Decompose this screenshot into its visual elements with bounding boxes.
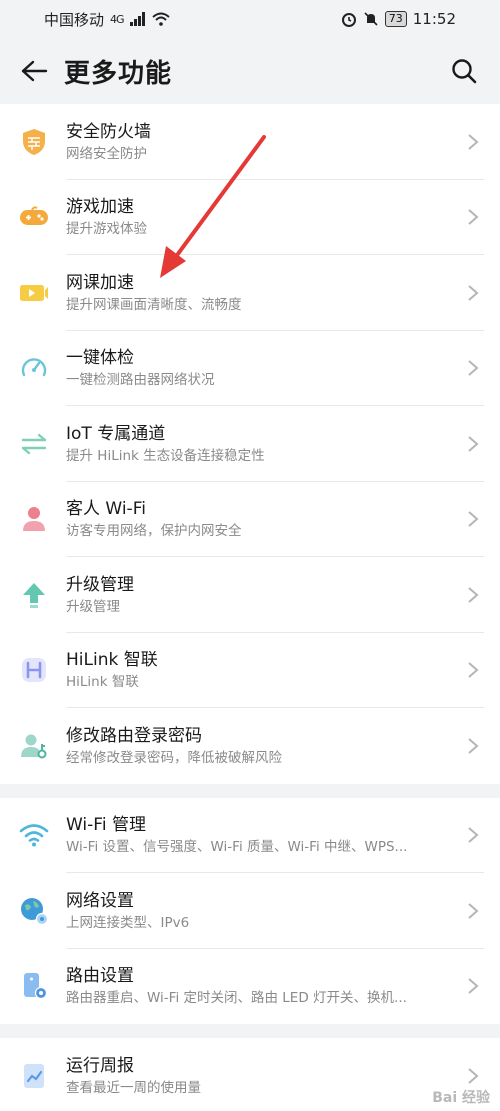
firewall-icon	[18, 126, 50, 158]
clock: 11:52	[412, 10, 456, 28]
item-title: 修改路由登录密码	[66, 725, 202, 746]
list-item-game-boost[interactable]: 游戏加速 提升游戏体验	[0, 180, 500, 256]
feature-group-1: 安全防火墙 网络安全防护 游戏加速 提升游戏体验 网课加速 提升网课画面清晰度、…	[0, 104, 500, 784]
baidu-watermark: Bai 经验	[432, 1090, 490, 1106]
list-item-router-settings[interactable]: 路由设置 路由器重启、Wi-Fi 定时关闭、路由 LED 灯开关、换机...	[0, 949, 500, 1025]
item-subtitle: 提升 HiLink 生态设备连接稳定性	[66, 447, 265, 464]
mute-bell-icon	[364, 12, 378, 26]
item-subtitle: 网络安全防护	[66, 145, 147, 162]
item-title: 网络设置	[66, 890, 134, 911]
list-item-firewall[interactable]: 安全防火墙 网络安全防护	[0, 104, 500, 180]
item-subtitle: 提升游戏体验	[66, 221, 147, 238]
back-arrow-icon	[21, 60, 48, 82]
list-item-hilink[interactable]: HiLink 智联 HiLink 智联	[0, 633, 500, 709]
item-title: 安全防火墙	[66, 121, 151, 142]
chevron-right-icon	[468, 511, 479, 528]
page-title: 更多功能	[64, 58, 173, 89]
globe-gear-icon	[18, 895, 50, 927]
item-title: Wi-Fi 管理	[66, 815, 146, 836]
chevron-right-icon	[468, 209, 479, 226]
battery-indicator: 73	[384, 11, 407, 27]
item-title: 客人 Wi-Fi	[66, 499, 146, 520]
list-item-wifi-management[interactable]: Wi-Fi 管理 Wi-Fi 设置、信号强度、Wi-Fi 质量、Wi-Fi 中继…	[0, 798, 500, 874]
chevron-right-icon	[468, 978, 479, 995]
item-title: 一键体检	[66, 348, 134, 369]
list-item-one-click-check[interactable]: 一键体检 一键检测路由器网络状况	[0, 331, 500, 407]
status-right: 73 11:52	[341, 10, 456, 28]
list-item-network-settings[interactable]: 网络设置 上网连接类型、IPv6	[0, 873, 500, 949]
list-item-guest-wifi[interactable]: 客人 Wi-Fi 访客专用网络，保护内网安全	[0, 482, 500, 558]
wifi-icon	[18, 819, 50, 851]
item-title: 路由设置	[66, 966, 134, 987]
item-subtitle: 上网连接类型、IPv6	[66, 914, 190, 931]
chevron-right-icon	[468, 133, 479, 150]
item-title: 运行周报	[66, 1055, 134, 1076]
wifi-status-icon	[151, 12, 170, 26]
status-bar: 中国移动 4G 73 11:52	[0, 0, 500, 38]
chevron-right-icon	[468, 1067, 479, 1084]
back-button[interactable]	[18, 55, 50, 87]
list-item-online-class-boost[interactable]: 网课加速 提升网课画面清晰度、流畅度	[0, 255, 500, 331]
group-separator	[0, 783, 500, 798]
video-lesson-icon	[18, 277, 50, 309]
chevron-right-icon	[468, 902, 479, 919]
router-gear-icon	[18, 970, 50, 1002]
item-subtitle: 经常修改登录密码，降低被破解风险	[66, 749, 282, 766]
item-subtitle: Wi-Fi 设置、信号强度、Wi-Fi 质量、Wi-Fi 中继、WPS...	[66, 839, 408, 856]
chevron-right-icon	[468, 360, 479, 377]
network-type-label: 4G	[110, 12, 124, 26]
alarm-icon	[341, 13, 356, 27]
search-button[interactable]	[446, 53, 482, 89]
user-key-icon	[18, 730, 50, 762]
speedometer-icon	[18, 352, 50, 384]
hilink-icon	[18, 654, 50, 686]
guest-user-icon	[18, 503, 50, 535]
carrier-label: 中国移动	[44, 10, 105, 29]
signal-icon	[129, 12, 145, 26]
gamepad-icon	[18, 201, 50, 233]
chevron-right-icon	[468, 435, 479, 452]
item-title: 游戏加速	[66, 197, 134, 218]
item-title: IoT 专属通道	[66, 423, 166, 444]
chevron-right-icon	[468, 284, 479, 301]
feature-group-2: Wi-Fi 管理 Wi-Fi 设置、信号强度、Wi-Fi 质量、Wi-Fi 中继…	[0, 797, 500, 1025]
item-subtitle: 提升网课画面清晰度、流畅度	[66, 296, 242, 313]
list-item-change-password[interactable]: 修改路由登录密码 经常修改登录密码，降低被破解风险	[0, 708, 500, 784]
item-subtitle: 一键检测路由器网络状况	[66, 372, 215, 389]
item-subtitle: 查看最近一周的使用量	[66, 1079, 201, 1096]
chevron-right-icon	[468, 586, 479, 603]
group-separator	[0, 1024, 500, 1038]
item-subtitle: 升级管理	[66, 598, 120, 615]
upgrade-arrow-icon	[18, 579, 50, 611]
feature-group-3: 运行周报 查看最近一周的使用量	[0, 1038, 500, 1111]
item-title: 升级管理	[66, 574, 134, 595]
chevron-right-icon	[468, 827, 479, 844]
status-left: 中国移动 4G	[44, 9, 170, 30]
item-title: 网课加速	[66, 272, 134, 293]
app-header: 更多功能	[0, 38, 500, 104]
weekly-report-icon	[18, 1060, 50, 1092]
chevron-right-icon	[468, 662, 479, 679]
list-item-weekly-report[interactable]: 运行周报 查看最近一周的使用量	[0, 1038, 500, 1111]
search-icon	[452, 59, 477, 84]
transfer-arrows-icon	[18, 428, 50, 460]
chevron-right-icon	[468, 737, 479, 754]
item-subtitle: HiLink 智联	[66, 674, 139, 691]
item-title: HiLink 智联	[66, 650, 158, 671]
item-subtitle: 访客专用网络，保护内网安全	[66, 523, 242, 540]
list-item-upgrade[interactable]: 升级管理 升级管理	[0, 557, 500, 633]
list-item-iot-channel[interactable]: IoT 专属通道 提升 HiLink 生态设备连接稳定性	[0, 406, 500, 482]
item-subtitle: 路由器重启、Wi-Fi 定时关闭、路由 LED 灯开关、换机...	[66, 990, 407, 1007]
